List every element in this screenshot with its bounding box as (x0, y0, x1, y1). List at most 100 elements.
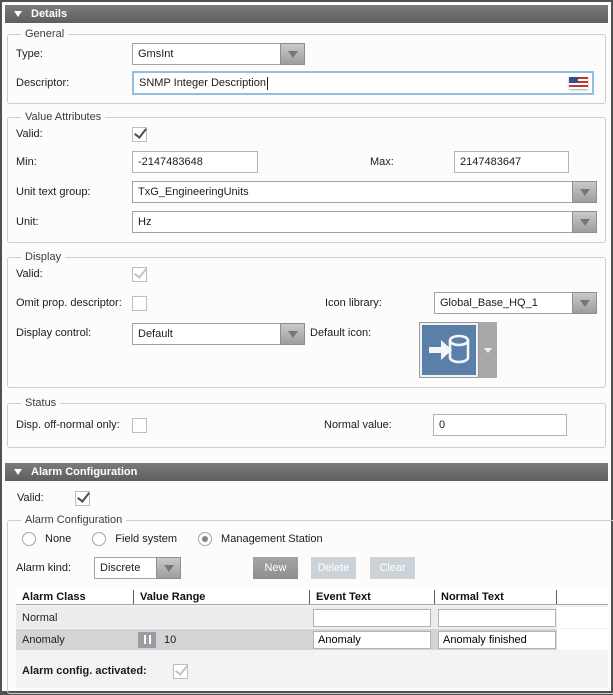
radio-management-station-label: Management Station (221, 533, 323, 545)
collapse-triangle-icon[interactable] (14, 11, 22, 17)
general-groupbox: General Type: GmsInt Descriptor: SNMP In… (7, 28, 606, 104)
default-icon-label: Default icon: (310, 327, 419, 339)
unit-dropdown-icon[interactable] (572, 211, 597, 233)
alarm-scope-radio-group: None Field system Management Station (16, 531, 608, 547)
delete-button[interactable]: Delete (311, 557, 356, 579)
cell-value-range[interactable]: 10 (134, 629, 310, 650)
collapse-triangle-icon[interactable] (14, 469, 22, 475)
alarm-table-panel: Alarm Class Value Range Event Text Norma… (16, 589, 608, 688)
cell-empty (557, 629, 608, 650)
unit-text-group-combobox[interactable]: TxG_EngineeringUnits (132, 181, 597, 203)
icon-library-label: Icon library: (325, 297, 434, 309)
header-normal-text[interactable]: Normal Text (435, 590, 557, 604)
alarm-config-activated-checkbox (173, 664, 188, 679)
type-combobox[interactable]: GmsInt (132, 43, 305, 65)
normal-text-input[interactable] (438, 609, 556, 627)
min-label: Min: (16, 156, 132, 168)
icon-library-dropdown-icon[interactable] (572, 292, 597, 314)
alarm-kind-value[interactable]: Discrete (94, 557, 156, 579)
display-valid-checkbox (132, 267, 147, 282)
alarm-configuration-legend: Alarm Configuration (21, 514, 126, 526)
value-range-text: 10 (164, 634, 176, 646)
max-input[interactable] (454, 151, 569, 173)
alarm-configuration-section-header[interactable]: Alarm Configuration (5, 463, 608, 481)
descriptor-text: SNMP Integer Description (139, 77, 266, 89)
us-flag-icon[interactable] (569, 77, 588, 89)
alarm-table-header: Alarm Class Value Range Event Text Norma… (16, 589, 608, 605)
display-valid-label: Valid: (16, 268, 132, 280)
omit-prop-descriptor-label: Omit prop. descriptor: (16, 297, 132, 309)
unit-label: Unit: (16, 216, 132, 228)
table-row-anomaly[interactable]: Anomaly 10 (16, 629, 608, 650)
alarm-config-activated-label: Alarm config. activated: (22, 665, 173, 677)
cell-empty (557, 607, 608, 628)
event-text-input[interactable] (313, 609, 431, 627)
radio-field-system-label: Field system (115, 533, 177, 545)
va-valid-label: Valid: (16, 128, 132, 140)
default-icon-dropdown-icon[interactable] (479, 322, 497, 378)
table-row-normal[interactable]: Normal (16, 607, 608, 628)
unit-text-group-value[interactable]: TxG_EngineeringUnits (132, 181, 572, 203)
text-cursor (267, 77, 268, 90)
normal-text-input[interactable] (438, 631, 556, 649)
cell-normal-text (435, 629, 557, 650)
display-control-value[interactable]: Default (132, 323, 280, 345)
alarm-configuration-section-title: Alarm Configuration (31, 466, 137, 478)
unit-value[interactable]: Hz (132, 211, 572, 233)
value-attributes-groupbox: Value Attributes Valid: Min: Max: Unit t… (7, 111, 606, 243)
arrow-into-database-icon[interactable] (419, 322, 479, 378)
display-control-dropdown-icon[interactable] (280, 323, 305, 345)
disp-off-normal-label: Disp. off-normal only: (16, 419, 132, 431)
display-legend: Display (21, 251, 65, 263)
icon-library-value[interactable]: Global_Base_HQ_1 (434, 292, 572, 314)
event-text-input[interactable] (313, 631, 431, 649)
alarm-kind-label: Alarm kind: (16, 562, 94, 574)
alarm-valid-checkbox[interactable] (75, 491, 90, 506)
alarm-kind-combobox[interactable]: Discrete (94, 557, 181, 579)
header-alarm-class[interactable]: Alarm Class (16, 590, 134, 604)
radio-none-label: None (45, 533, 71, 545)
default-icon-picker[interactable] (419, 322, 497, 378)
cell-normal-text (435, 607, 557, 628)
display-control-label: Display control: (16, 327, 132, 339)
max-label: Max: (370, 156, 454, 168)
value-attributes-legend: Value Attributes (21, 111, 105, 123)
va-valid-checkbox[interactable] (132, 127, 147, 142)
descriptor-input[interactable]: SNMP Integer Description (132, 71, 594, 95)
alarm-valid-label: Valid: (17, 492, 75, 504)
disp-off-normal-checkbox[interactable] (132, 418, 147, 433)
cell-alarm-class[interactable]: Anomaly (16, 629, 134, 650)
details-section-title: Details (31, 8, 67, 20)
header-event-text[interactable]: Event Text (310, 590, 435, 604)
details-section-header[interactable]: Details (5, 5, 608, 23)
cell-alarm-class[interactable]: Normal (16, 607, 134, 628)
unit-combobox[interactable]: Hz (132, 211, 597, 233)
radio-none[interactable] (22, 532, 36, 546)
cell-event-text (310, 629, 435, 650)
icon-library-combobox[interactable]: Global_Base_HQ_1 (434, 292, 597, 314)
new-button[interactable]: New (253, 557, 298, 579)
radio-management-station[interactable] (198, 532, 212, 546)
alarm-kind-dropdown-icon[interactable] (156, 557, 181, 579)
header-value-range[interactable]: Value Range (134, 590, 310, 604)
cell-value-range[interactable] (134, 607, 310, 628)
type-label: Type: (16, 48, 132, 60)
descriptor-label: Descriptor: (16, 77, 132, 89)
normal-value-input[interactable] (433, 414, 567, 436)
display-groupbox: Display Valid: Omit prop. descriptor: Ic… (7, 251, 606, 388)
alarm-configuration-groupbox: Alarm Configuration None Field system Ma… (7, 514, 613, 694)
omit-prop-descriptor-checkbox[interactable] (132, 296, 147, 311)
details-panel-window: Details General Type: GmsInt Descriptor:… (0, 0, 613, 695)
type-combobox-value[interactable]: GmsInt (132, 43, 280, 65)
type-combobox-dropdown-icon[interactable] (280, 43, 305, 65)
normal-value-label: Normal value: (324, 419, 433, 431)
header-empty (557, 590, 608, 604)
radio-field-system[interactable] (92, 532, 106, 546)
general-legend: General (21, 28, 68, 40)
min-input[interactable] (132, 151, 258, 173)
clear-button[interactable]: Clear (370, 557, 415, 579)
range-operator-icon[interactable] (138, 632, 156, 648)
cell-event-text (310, 607, 435, 628)
display-control-combobox[interactable]: Default (132, 323, 305, 345)
unit-text-group-dropdown-icon[interactable] (572, 181, 597, 203)
